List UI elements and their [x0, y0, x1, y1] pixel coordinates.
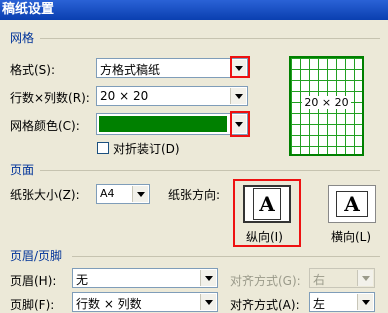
- highlight-box: [230, 111, 250, 137]
- chevron-down-icon: [357, 270, 373, 286]
- chevron-down-icon[interactable]: [132, 186, 148, 202]
- highlight-box: [230, 56, 250, 78]
- grid-color-select[interactable]: [96, 113, 248, 135]
- header-select-value: 无: [76, 273, 89, 287]
- chevron-down-icon[interactable]: [357, 294, 373, 310]
- orientation-label: 纸张方向:: [168, 188, 221, 202]
- paper-size-value: A4: [100, 187, 115, 200]
- landscape-button[interactable]: A: [328, 185, 376, 223]
- dialog-title: 稿纸设置: [0, 0, 388, 20]
- header-label: 页眉(H):: [10, 274, 57, 288]
- rowscols-select-value: 20 × 20: [100, 89, 149, 103]
- footer-select[interactable]: 行数 × 列数: [72, 292, 218, 312]
- color-swatch: [99, 116, 227, 132]
- style-label: 格式(S):: [10, 63, 56, 77]
- grid-color-label: 网格颜色(C):: [10, 119, 80, 133]
- chevron-down-icon[interactable]: [200, 294, 216, 310]
- portrait-page-icon: A: [253, 188, 281, 220]
- page-section-divider: [40, 170, 380, 171]
- header-footer-divider: [72, 256, 380, 257]
- grid-section-divider: [40, 38, 380, 39]
- fold-binding-checkbox[interactable]: [97, 142, 109, 154]
- grid-preview-text: 20 × 20: [302, 96, 351, 109]
- footer-align-label: 对齐方式(A):: [230, 298, 300, 312]
- style-select-value: 方格式稿纸: [100, 63, 161, 77]
- header-align-label: 对齐方式(G):: [230, 274, 301, 288]
- footer-select-value: 行数 × 列数: [76, 297, 142, 311]
- header-align-value: 右: [313, 273, 326, 287]
- landscape-page-icon: A: [336, 191, 368, 217]
- portrait-button[interactable]: A: [243, 185, 291, 223]
- footer-label: 页脚(F):: [10, 298, 55, 312]
- header-select[interactable]: 无: [72, 268, 218, 288]
- chevron-down-icon[interactable]: [230, 88, 246, 104]
- header-footer-section-heading: 页眉/页脚: [10, 249, 63, 263]
- grid-preview: 20 × 20: [289, 56, 364, 156]
- rowscols-label: 行数×列数(R):: [10, 91, 90, 105]
- fold-binding-label[interactable]: 对折装订(D): [113, 140, 180, 157]
- header-align-select: 右: [309, 268, 375, 288]
- paper-size-label: 纸张大小(Z):: [10, 188, 80, 202]
- grid-section-heading: 网格: [10, 31, 35, 45]
- chevron-down-icon[interactable]: [200, 270, 216, 286]
- landscape-label[interactable]: 横向(L): [331, 228, 371, 245]
- rowscols-select[interactable]: 20 × 20: [96, 86, 248, 106]
- style-select[interactable]: 方格式稿纸: [96, 58, 248, 78]
- page-section-heading: 页面: [10, 163, 35, 177]
- footer-align-value: 左: [313, 297, 326, 311]
- portrait-label[interactable]: 纵向(I): [246, 228, 283, 245]
- footer-align-select[interactable]: 左: [309, 292, 375, 312]
- paper-size-select[interactable]: A4: [96, 184, 150, 204]
